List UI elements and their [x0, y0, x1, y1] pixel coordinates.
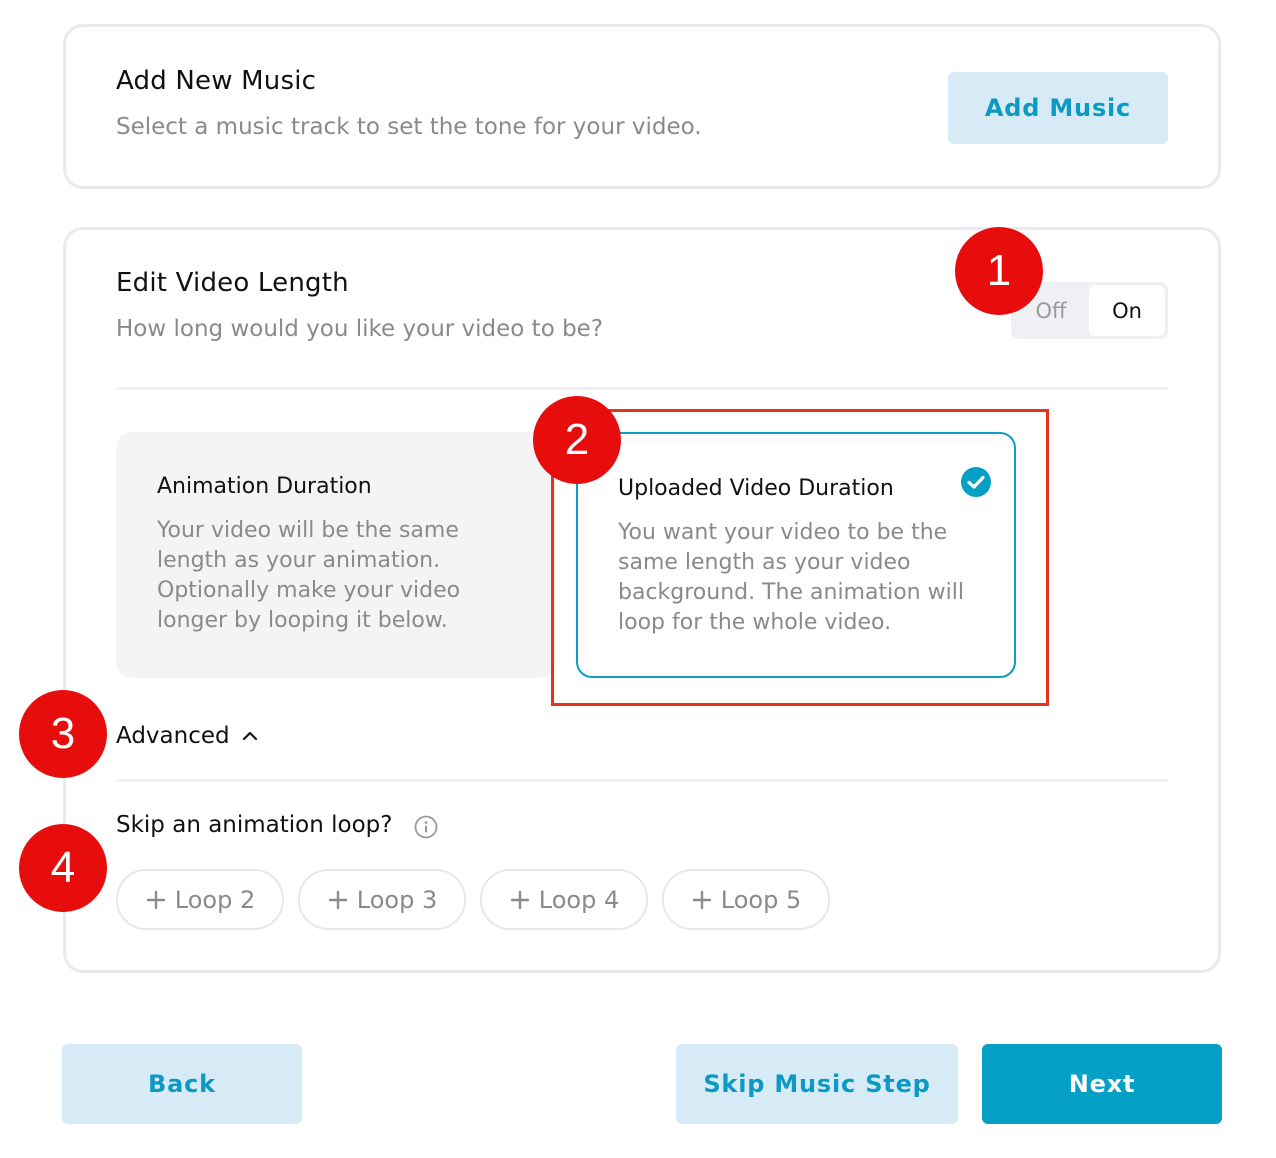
- edit-length-title: Edit Video Length: [116, 268, 349, 298]
- chevron-up-icon: [242, 731, 257, 741]
- page: Add New Music Select a music track to se…: [0, 0, 1276, 1158]
- skip-loop-label: Skip an animation loop?: [116, 812, 393, 838]
- option-description: Your video will be the same length as yo…: [157, 518, 461, 633]
- loop-chip[interactable]: Loop 3: [298, 869, 466, 930]
- option-animation-duration[interactable]: Animation Duration Your video will be th…: [116, 432, 556, 678]
- annotation-marker-2: 2: [533, 396, 621, 484]
- back-button[interactable]: Back: [62, 1044, 302, 1124]
- plus-icon: [146, 890, 165, 909]
- loop-chip-label: Loop 4: [538, 885, 620, 914]
- add-music-subtitle: Select a music track to set the tone for…: [116, 114, 702, 140]
- plus-icon: [692, 890, 711, 909]
- annotation-marker-1: 1: [955, 227, 1043, 315]
- add-music-title: Add New Music: [116, 66, 317, 96]
- advanced-divider: [116, 779, 1168, 782]
- plus-icon: [510, 890, 529, 909]
- option-title: Animation Duration: [157, 474, 372, 499]
- plus-icon: [328, 890, 347, 909]
- next-button[interactable]: Next: [982, 1044, 1222, 1124]
- advanced-toggle[interactable]: Advanced: [116, 718, 260, 754]
- loop-chip-label: Loop 5: [720, 885, 802, 914]
- loop-chip[interactable]: Loop 2: [116, 869, 284, 930]
- highlight-box: [551, 409, 1049, 706]
- annotation-marker-4: 4: [19, 824, 107, 912]
- annotation-marker-3: 3: [19, 690, 107, 778]
- loop-chip-label: Loop 3: [356, 885, 438, 914]
- edit-length-subtitle: How long would you like your video to be…: [116, 316, 604, 342]
- info-icon[interactable]: [414, 815, 438, 839]
- section-divider: [116, 387, 1168, 390]
- toggle-on-option[interactable]: On: [1089, 285, 1165, 336]
- loop-chip[interactable]: Loop 4: [480, 869, 648, 930]
- loop-chip-label: Loop 2: [174, 885, 256, 914]
- loop-chip[interactable]: Loop 5: [662, 869, 830, 930]
- advanced-label: Advanced: [116, 723, 230, 749]
- add-music-button[interactable]: Add Music: [948, 72, 1168, 144]
- skip-music-step-button[interactable]: Skip Music Step: [676, 1044, 958, 1124]
